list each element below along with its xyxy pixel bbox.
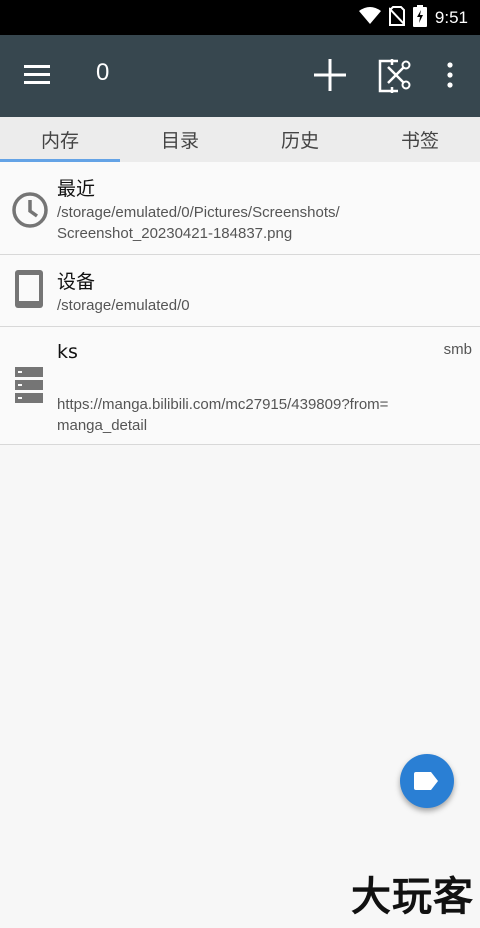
tab-memory[interactable]: 内存 xyxy=(0,117,120,162)
tab-bar: 内存 目录 历史 书签 xyxy=(0,117,480,162)
tab-label: 目录 xyxy=(160,130,199,152)
clock-icon xyxy=(10,190,50,234)
tab-label: 历史 xyxy=(280,130,319,152)
tab-bookmarks[interactable]: 书签 xyxy=(360,117,480,162)
list-item-ks[interactable]: ks smb https://manga.bilibili.com/mc2791… xyxy=(0,327,480,445)
tab-directory[interactable]: 目录 xyxy=(120,117,240,162)
cut-button[interactable] xyxy=(374,55,414,95)
status-time: 9:51 xyxy=(434,7,468,27)
list-item-path-cont: manga_detail xyxy=(57,417,148,434)
location-list: 最近 /storage/emulated/0/Pictures/Screensh… xyxy=(0,162,480,445)
list-item-title: ks xyxy=(57,341,78,363)
status-icons: 9:51 xyxy=(358,0,468,35)
list-item-recent[interactable]: 最近 /storage/emulated/0/Pictures/Screensh… xyxy=(0,162,480,255)
menu-icon xyxy=(24,65,50,84)
tab-history[interactable]: 历史 xyxy=(240,117,360,162)
list-item-title: 设备 xyxy=(57,271,96,293)
bookmark-fab[interactable] xyxy=(400,754,454,808)
menu-button[interactable] xyxy=(20,57,56,93)
wifi-icon xyxy=(358,6,381,29)
cut-icon xyxy=(378,59,411,93)
server-icon xyxy=(15,367,43,407)
add-button[interactable] xyxy=(312,57,348,93)
phone-icon xyxy=(14,269,44,313)
tab-label: 内存 xyxy=(40,130,79,152)
add-icon xyxy=(314,59,346,91)
battery-charging-icon xyxy=(412,4,427,31)
list-item-path: /storage/emulated/0/Pictures/Screenshots… xyxy=(57,204,340,221)
more-vert-icon xyxy=(447,62,453,88)
app-bar: 0 xyxy=(0,35,480,117)
list-item-title: 最近 xyxy=(57,178,96,200)
protocol-badge: smb xyxy=(443,341,472,358)
more-options-button[interactable] xyxy=(438,59,462,91)
list-item-device[interactable]: 设备 /storage/emulated/0 xyxy=(0,255,480,327)
list-item-path: https://manga.bilibili.com/mc27915/43980… xyxy=(57,396,389,413)
list-item-path-cont: Screenshot_20230421-184837.png xyxy=(57,225,293,242)
watermark-logo: 大玩客 xyxy=(351,874,474,920)
no-sim-icon xyxy=(388,5,406,30)
label-icon xyxy=(414,772,438,790)
status-bar: 9:51 xyxy=(0,0,480,35)
list-item-path: /storage/emulated/0 xyxy=(57,297,190,314)
tab-label: 书签 xyxy=(400,130,439,152)
app-bar-title: 0 xyxy=(96,59,110,86)
